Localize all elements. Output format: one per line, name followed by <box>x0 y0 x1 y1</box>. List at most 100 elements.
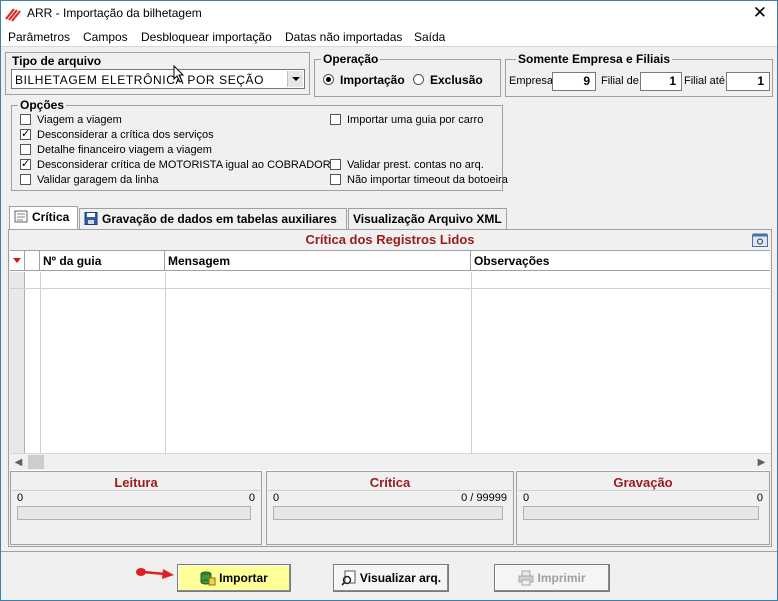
checkbox-icon <box>330 114 341 125</box>
menu-desbloquear-importacao[interactable]: Desbloquear importação <box>141 30 272 44</box>
operacao-group: Operação Importação Exclusão <box>314 52 501 97</box>
tab-visualizacao-xml-label: Visualização Arquivo XML <box>353 212 502 226</box>
grid-header: Nº da guia Mensagem Observações <box>10 251 770 271</box>
menu-saida[interactable]: Saída <box>414 30 445 44</box>
tipo-arquivo-select[interactable]: BILHETAGEM ELETRÔNICA POR SEÇÃO <box>11 69 305 89</box>
chk-desconsiderar-motorista-cobrador[interactable]: Desconsiderar crítica de MOTORISTA igual… <box>20 157 331 171</box>
chk-importar-guia-por-carro[interactable]: Importar uma guia por carro <box>330 114 483 126</box>
menu-datas-nao-importadas[interactable]: Datas não importadas <box>285 30 402 44</box>
document-magnifier-icon <box>341 570 356 586</box>
chk-detalhe-financeiro-label: Detalhe financeiro viagem a viagem <box>37 144 212 156</box>
visualizar-arq-button[interactable]: Visualizar arq. <box>333 564 449 592</box>
chk-detalhe-financeiro[interactable]: Detalhe financeiro viagem a viagem <box>20 144 212 156</box>
radio-importacao[interactable]: Importação <box>323 73 405 87</box>
scroll-thumb[interactable] <box>28 455 44 469</box>
tipo-arquivo-value: BILHETAGEM ELETRÔNICA POR SEÇÃO <box>15 73 265 87</box>
tab-gravacao-dados-label: Gravação de dados em tabelas auxiliares <box>102 212 337 226</box>
stat-critica-progress <box>273 506 503 520</box>
grid-col-line <box>471 272 472 453</box>
scroll-left-icon[interactable]: ◀ <box>10 454 27 471</box>
stat-gravacao-title: Gravação <box>518 473 768 491</box>
chk-nao-importar-timeout-label: Não importar timeout da botoeira <box>347 174 508 186</box>
tipo-arquivo-title: Tipo de arquivo <box>10 54 104 68</box>
grid-indicator-header <box>10 251 25 271</box>
radio-dot-icon <box>413 74 424 85</box>
close-icon[interactable]: ✕ <box>753 3 767 23</box>
checkbox-icon <box>20 144 31 155</box>
mouse-cursor-icon <box>173 65 185 83</box>
menu-bar: Parâmetros Campos Desbloquear importação… <box>1 27 777 47</box>
chk-validar-prest-contas-label: Validar prest. contas no arq. <box>347 159 484 171</box>
stat-gravacao: Gravação 0 0 <box>516 471 770 545</box>
chk-viagem-a-viagem[interactable]: Viagem a viagem <box>20 114 122 126</box>
checkbox-icon <box>330 174 341 185</box>
grid-title-text: Crítica dos Registros Lidos <box>305 232 475 247</box>
notepad-icon <box>14 210 28 223</box>
empresa-label: Empresa <box>509 75 554 87</box>
chk-nao-importar-timeout[interactable]: Não importar timeout da botoeira <box>330 174 508 186</box>
col-observacoes[interactable]: Observações <box>471 251 770 271</box>
stat-critica-left: 0 <box>273 492 280 504</box>
stat-gravacao-left: 0 <box>523 492 530 504</box>
grid-col-line <box>40 272 41 453</box>
stat-gravacao-right: 0 <box>756 492 763 504</box>
importar-button[interactable]: Importar <box>177 564 291 592</box>
stat-leitura-right: 0 <box>248 492 255 504</box>
filial-ate-label: Filial até <box>684 75 725 87</box>
empresa-input[interactable]: 9 <box>552 72 596 91</box>
chk-viagem-a-viagem-label: Viagem a viagem <box>37 114 122 126</box>
col-mensagem[interactable]: Mensagem <box>165 251 471 271</box>
title-bar: ARR - Importação da bilhetagem ✕ <box>1 1 777 27</box>
chk-validar-garagem[interactable]: Validar garagem da linha <box>20 174 158 186</box>
grid-options-icon[interactable] <box>752 233 768 247</box>
stat-critica-title: Crítica <box>268 473 512 491</box>
empresa-title: Somente Empresa e Filiais <box>516 52 673 66</box>
checkbox-icon <box>330 159 341 170</box>
button-bar: Importar Visualizar arq. Imprimir <box>1 551 777 600</box>
grid-select-header <box>25 251 40 271</box>
floppy-disk-icon <box>84 212 98 225</box>
radio-exclusao-label: Exclusão <box>430 73 483 87</box>
stat-gravacao-progress <box>523 506 759 520</box>
grid-row-line <box>10 288 770 289</box>
tab-critica-label: Crítica <box>32 210 70 224</box>
importar-button-label: Importar <box>219 571 268 585</box>
menu-campos[interactable]: Campos <box>83 30 128 44</box>
operacao-title: Operação <box>321 52 381 66</box>
filial-de-label: Filial de <box>601 75 639 87</box>
row-indicator-column <box>10 272 25 453</box>
printer-icon <box>518 570 534 586</box>
tab-visualizacao-xml[interactable]: Visualização Arquivo XML <box>348 208 507 229</box>
imprimir-button[interactable]: Imprimir <box>494 564 610 592</box>
stat-leitura-progress <box>17 506 251 520</box>
col-numero-guia[interactable]: Nº da guia <box>40 251 165 271</box>
tab-gravacao-dados[interactable]: Gravação de dados em tabelas auxiliares <box>79 208 347 229</box>
chk-validar-garagem-label: Validar garagem da linha <box>37 174 159 186</box>
stat-leitura-left: 0 <box>17 492 24 504</box>
chevron-down-icon[interactable] <box>287 71 303 87</box>
radio-exclusao[interactable]: Exclusão <box>413 73 483 87</box>
chk-validar-prest-contas[interactable]: Validar prest. contas no arq. <box>330 159 484 171</box>
tipo-arquivo-group: Tipo de arquivo BILHETAGEM ELETRÔNICA PO… <box>5 52 310 95</box>
filial-ate-input[interactable]: 1 <box>726 72 770 91</box>
stat-critica: Crítica 0 0 / 99999 <box>266 471 514 545</box>
visualizar-arq-button-label: Visualizar arq. <box>359 571 442 585</box>
checkbox-checked-icon <box>20 127 31 140</box>
horizontal-scrollbar[interactable]: ◀ ▶ <box>10 453 770 470</box>
chk-desconsiderar-critica-servicos[interactable]: Desconsiderar a crítica dos serviços <box>20 127 214 141</box>
tab-critica[interactable]: Crítica <box>9 206 78 230</box>
stat-leitura-title: Leitura <box>12 473 260 491</box>
checkbox-icon <box>20 114 31 125</box>
empresa-group: Somente Empresa e Filiais Empresa 9 Fili… <box>505 52 773 97</box>
stat-leitura: Leitura 0 0 <box>10 471 262 545</box>
window-title: ARR - Importação da bilhetagem <box>27 6 202 20</box>
opcoes-group: Opções Viagem a viagem Desconsiderar a c… <box>11 98 508 191</box>
filial-de-input[interactable]: 1 <box>640 72 682 91</box>
scroll-right-icon[interactable]: ▶ <box>753 454 770 471</box>
database-import-icon <box>200 571 216 586</box>
radio-importacao-label: Importação <box>340 73 405 87</box>
checkbox-checked-icon <box>20 157 31 170</box>
menu-parametros[interactable]: Parâmetros <box>8 30 70 44</box>
critica-grid[interactable]: Nº da guia Mensagem Observações ◀ ▶ <box>10 250 770 471</box>
arr-logo-icon <box>5 8 21 22</box>
